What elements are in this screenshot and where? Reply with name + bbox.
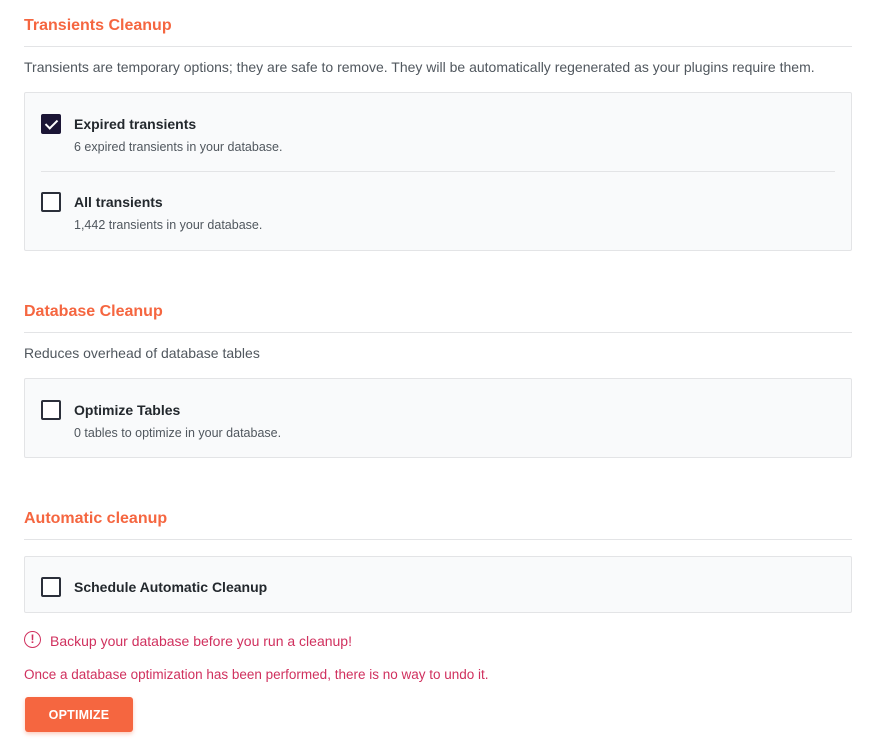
undo-note: Once a database optimization has been pe…: [24, 667, 489, 682]
schedule-cleanup-label[interactable]: Schedule Automatic Cleanup: [74, 578, 267, 596]
transients-options-box: Expired transients 6 expired transients …: [24, 92, 852, 251]
database-description: Reduces overhead of database tables: [24, 345, 260, 361]
optimize-tables-label[interactable]: Optimize Tables: [74, 401, 180, 419]
option-divider: [41, 171, 835, 172]
database-options-box: Optimize Tables 0 tables to optimize in …: [24, 378, 852, 458]
divider: [24, 539, 852, 540]
automatic-cleanup-title: Automatic cleanup: [24, 510, 168, 527]
expired-transients-count: 6 expired transients in your database.: [74, 140, 283, 154]
optimize-tables-count: 0 tables to optimize in your database.: [74, 426, 282, 440]
expired-transients-label[interactable]: Expired transients: [74, 115, 196, 133]
transients-cleanup-title: Transients Cleanup: [24, 17, 172, 34]
transients-description: Transients are temporary options; they a…: [24, 59, 815, 75]
database-cleanup-title: Database Cleanup: [24, 303, 163, 320]
divider: [24, 46, 852, 47]
exclamation-circle-icon: !: [24, 631, 41, 648]
option-expired-transients[interactable]: Expired transients 6 expired transients …: [41, 114, 835, 154]
divider: [24, 332, 852, 333]
all-transients-label[interactable]: All transients: [74, 193, 163, 211]
all-transients-checkbox[interactable]: [41, 192, 61, 212]
warning-text: Backup your database before you run a cl…: [50, 633, 352, 649]
expired-transients-checkbox[interactable]: [41, 114, 61, 134]
option-schedule-cleanup[interactable]: Schedule Automatic Cleanup: [41, 577, 835, 597]
option-all-transients[interactable]: All transients 1,442 transients in your …: [41, 192, 835, 232]
schedule-cleanup-checkbox[interactable]: [41, 577, 61, 597]
automatic-options-box: Schedule Automatic Cleanup: [24, 556, 852, 613]
option-optimize-tables[interactable]: Optimize Tables 0 tables to optimize in …: [41, 400, 835, 440]
optimize-button[interactable]: OPTIMIZE: [25, 697, 133, 732]
optimize-tables-checkbox[interactable]: [41, 400, 61, 420]
all-transients-count: 1,442 transients in your database.: [74, 218, 263, 232]
